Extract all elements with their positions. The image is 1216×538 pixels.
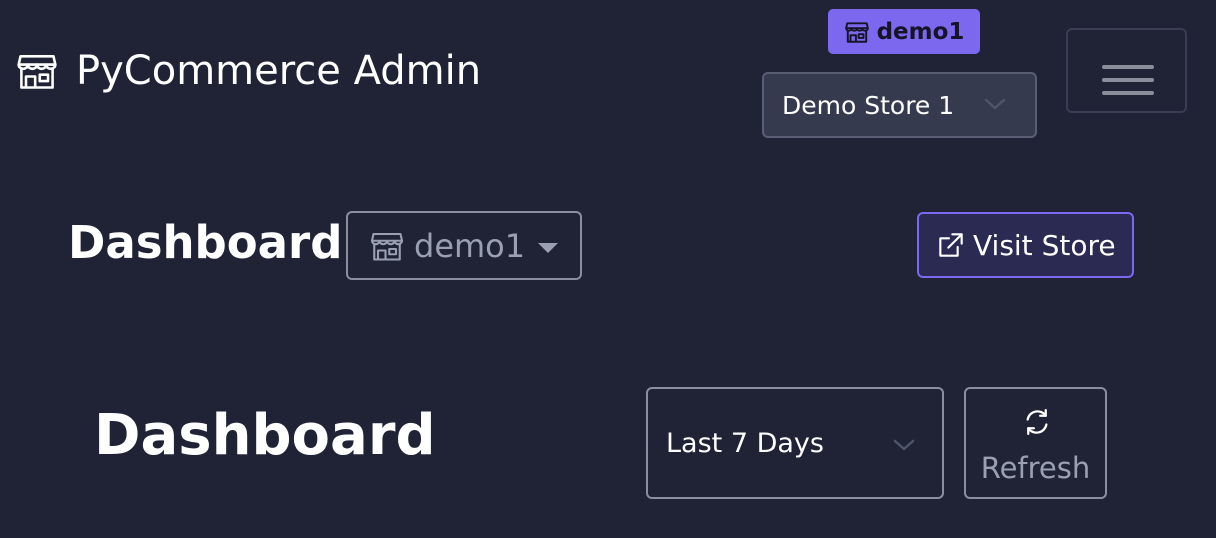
- caret-down-icon: [538, 243, 558, 253]
- refresh-icon: [1026, 409, 1048, 435]
- dashboard-title: Dashboard: [94, 403, 436, 468]
- page-title: Dashboard: [68, 216, 343, 269]
- refresh-label: Refresh: [980, 451, 1091, 485]
- period-select-value: Last 7 Days: [666, 427, 824, 459]
- external-link-icon: [939, 233, 963, 257]
- store-icon: [844, 21, 869, 43]
- hamburger-menu-icon: [1102, 91, 1154, 95]
- visit-store-label: Visit Store: [973, 228, 1116, 262]
- hamburger-menu-icon: [1102, 78, 1154, 82]
- visit-store-button[interactable]: Visit Store: [917, 212, 1134, 278]
- chevron-down-icon: [893, 439, 915, 451]
- store-badge: demo1: [828, 9, 980, 54]
- refresh-button[interactable]: Refresh: [964, 387, 1107, 499]
- store-dropdown-button[interactable]: demo1: [346, 211, 582, 280]
- store-select-value: Demo Store 1: [782, 90, 955, 120]
- brand-title: PyCommerce Admin: [76, 48, 482, 94]
- hamburger-menu-icon: [1102, 65, 1154, 69]
- store-icon: [17, 55, 57, 89]
- store-badge-label: demo1: [876, 18, 965, 45]
- navbar-toggle-button[interactable]: [1066, 28, 1187, 113]
- period-select[interactable]: Last 7 Days: [646, 387, 944, 499]
- chevron-down-icon: [984, 98, 1006, 110]
- store-select[interactable]: Demo Store 1: [762, 72, 1037, 138]
- store-dropdown-label: demo1: [414, 226, 526, 265]
- store-icon: [370, 232, 404, 261]
- brand[interactable]: PyCommerce Admin: [14, 46, 481, 96]
